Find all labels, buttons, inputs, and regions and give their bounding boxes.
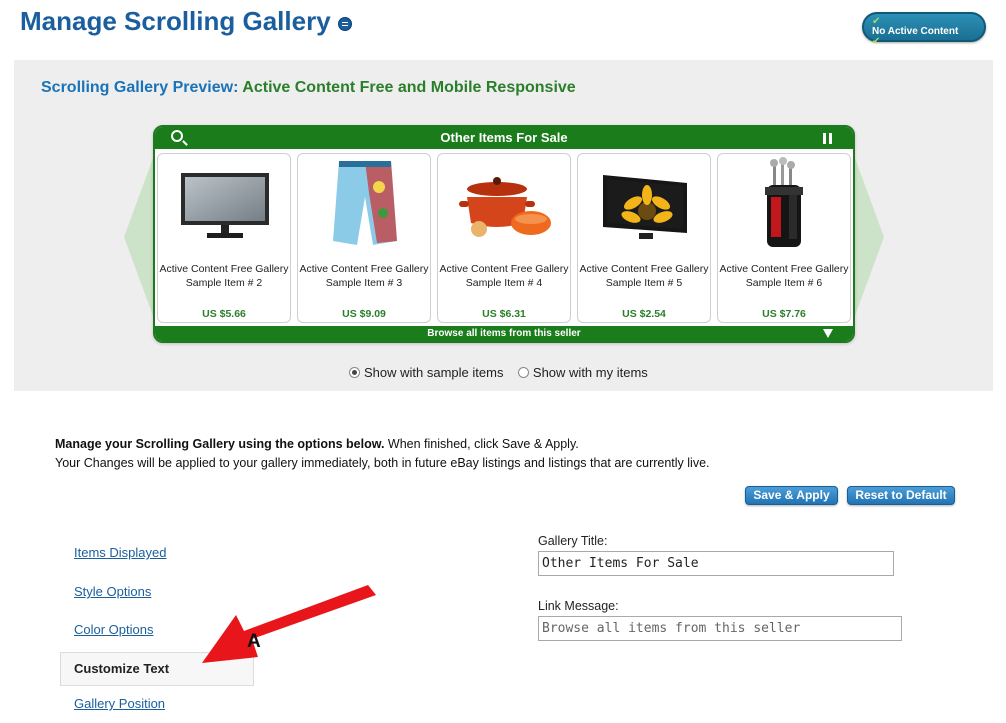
radio-mine-label[interactable]: Show with my items	[533, 365, 648, 380]
item-title[interactable]: Active Content Free Gallery Sample Item …	[578, 262, 710, 290]
gallery-item[interactable]: Active Content Free Gallery Sample Item …	[297, 153, 431, 323]
instructions-rest: When finished, click Save & Apply.	[384, 437, 579, 451]
item-title[interactable]: Active Content Free Gallery Sample Item …	[718, 262, 850, 290]
board-shorts-image[interactable]	[317, 157, 413, 253]
tv-sunflower-image[interactable]	[597, 157, 693, 253]
radio-my-items[interactable]: Show with my items	[517, 365, 648, 380]
help-icon[interactable]	[338, 17, 352, 31]
gallery-widget: Other Items For Sale Active Content Free…	[153, 125, 855, 343]
item-price: US $7.76	[762, 308, 806, 320]
sidebar-item-color-options[interactable]: Color Options	[74, 622, 153, 637]
badge-line2: Mobile Responsive	[872, 46, 963, 57]
sidebar-item-gallery-position[interactable]: Gallery Position	[74, 696, 165, 711]
save-apply-button[interactable]: Save & Apply	[745, 486, 838, 505]
radio-sample-label[interactable]: Show with sample items	[364, 365, 503, 380]
item-price: US $6.31	[482, 308, 526, 320]
golf-bag-image[interactable]	[737, 157, 833, 253]
chevron-down-icon[interactable]	[823, 329, 833, 338]
radio-sample-items[interactable]: Show with sample items	[349, 365, 503, 380]
gallery-item[interactable]: Active Content Free Gallery Sample Item …	[157, 153, 291, 323]
search-icon[interactable]	[171, 130, 183, 142]
sidebar-item-items-displayed[interactable]: Items Displayed	[74, 545, 166, 560]
link-message-label: Link Message:	[538, 599, 619, 613]
radio-button-selected[interactable]	[349, 367, 360, 378]
gallery-item[interactable]: Active Content Free Gallery Sample Item …	[577, 153, 711, 323]
compliance-badge: ✔ No Active Content ✔ Mobile Responsive	[862, 12, 986, 57]
badge-line1: No Active Content	[872, 26, 959, 37]
cookware-pot-image[interactable]	[457, 157, 553, 253]
flat-screen-tv-image[interactable]	[177, 157, 273, 253]
item-title[interactable]: Active Content Free Gallery Sample Item …	[438, 262, 570, 290]
preview-title-suffix: Active Content Free and Mobile Responsiv…	[242, 79, 576, 96]
gallery-items: Active Content Free Gallery Sample Item …	[157, 153, 853, 323]
item-title[interactable]: Active Content Free Gallery Sample Item …	[298, 262, 430, 290]
gallery-title-label: Gallery Title:	[538, 534, 608, 548]
gallery-item[interactable]: Active Content Free Gallery Sample Item …	[717, 153, 851, 323]
preview-title: Scrolling Gallery Preview: Active Conten…	[41, 79, 576, 97]
reset-default-button[interactable]: Reset to Default	[847, 486, 955, 505]
radio-button[interactable]	[517, 367, 529, 378]
item-price: US $9.09	[342, 308, 386, 320]
scroll-left-arrow[interactable]	[124, 150, 156, 324]
gallery-header: Other Items For Sale	[155, 127, 853, 149]
preview-title-prefix: Scrolling Gallery Preview:	[41, 79, 239, 96]
page-title: Manage Scrolling Gallery	[20, 6, 331, 36]
link-message-input[interactable]	[538, 616, 902, 641]
item-price: US $2.54	[622, 308, 666, 320]
preview-mode-options: Show with sample items Show with my item…	[349, 365, 648, 380]
instructions-bold: Manage your Scrolling Gallery using the …	[55, 437, 385, 451]
item-price: US $5.66	[202, 308, 246, 320]
browse-all-link[interactable]: Browse all items from this seller	[427, 328, 580, 339]
gallery-footer[interactable]: Browse all items from this seller	[155, 326, 853, 341]
sidebar-item-style-options[interactable]: Style Options	[74, 584, 151, 599]
gallery-title-input[interactable]	[538, 551, 894, 576]
item-title[interactable]: Active Content Free Gallery Sample Item …	[158, 262, 290, 290]
annotation-arrow-icon	[202, 585, 376, 663]
gallery-header-title: Other Items For Sale	[440, 130, 568, 145]
instructions-line2: Your Changes will be applied to your gal…	[55, 456, 710, 470]
gallery-item[interactable]: Active Content Free Gallery Sample Item …	[437, 153, 571, 323]
scroll-right-arrow[interactable]	[852, 150, 884, 324]
annotation-label: A	[247, 631, 261, 652]
instructions: Manage your Scrolling Gallery using the …	[55, 435, 710, 473]
pause-icon[interactable]	[823, 133, 833, 144]
